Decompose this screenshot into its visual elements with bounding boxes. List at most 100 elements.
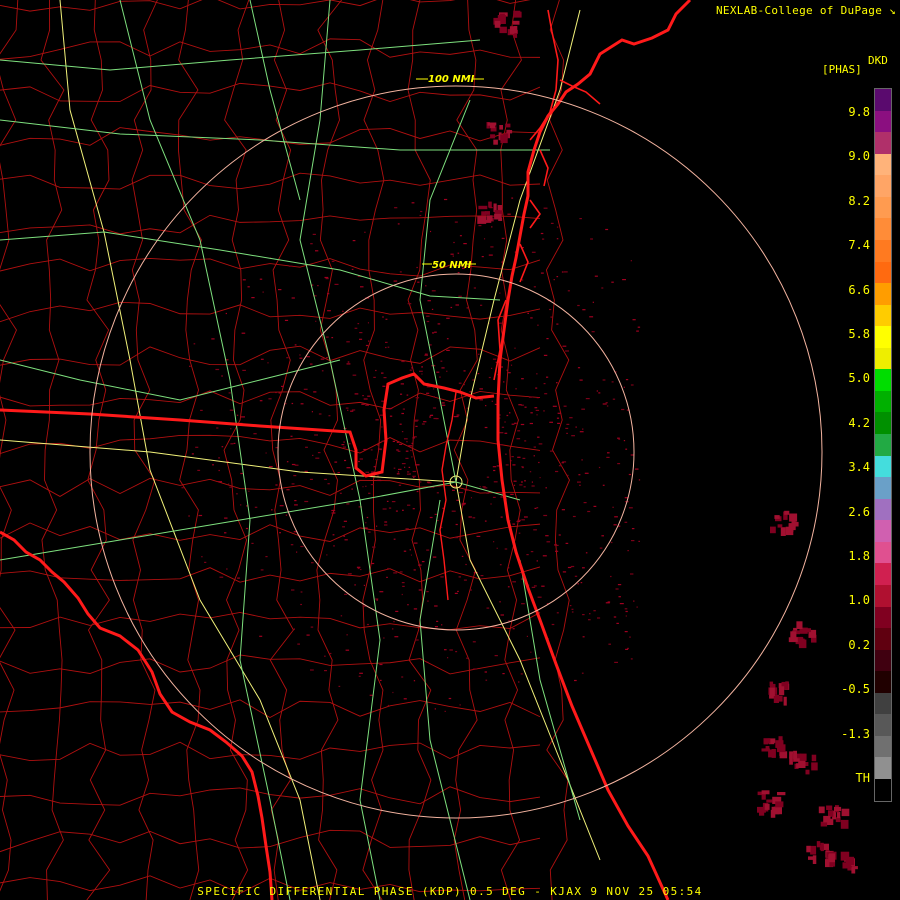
radar-echo (777, 792, 786, 796)
radar-echo (499, 432, 504, 434)
radar-echo (446, 349, 450, 351)
radar-echo (526, 554, 529, 556)
radar-echo (429, 416, 432, 418)
radar-echo (597, 617, 601, 619)
radar-echo (492, 496, 496, 498)
radar-echo (557, 422, 561, 424)
radar-echo (401, 676, 404, 678)
radar-echo (268, 466, 273, 468)
radar-echo (499, 13, 505, 17)
radar-echo (811, 754, 817, 762)
radar-echo (441, 624, 443, 626)
legend-color-cell (875, 692, 891, 715)
radar-echo (510, 493, 514, 495)
radar-echo (416, 490, 419, 493)
radar-echo (221, 375, 223, 377)
radar-echo (331, 509, 336, 512)
radar-echo (565, 542, 569, 544)
radar-echo (558, 534, 561, 536)
radar-echo (584, 472, 589, 474)
radar-echo (536, 373, 538, 375)
radar-echo (779, 751, 788, 759)
radar-echo (399, 271, 402, 273)
radar-echo (381, 426, 383, 428)
radar-echo (499, 26, 507, 34)
radar-echo (549, 308, 552, 311)
radar-echo (513, 480, 517, 482)
radar-echo (189, 365, 191, 367)
radar-echo (396, 449, 399, 451)
radar-echo (394, 636, 399, 638)
radar-echo (368, 492, 371, 494)
radar-echo (480, 304, 483, 306)
radar-echo (528, 396, 532, 398)
radar-echo (360, 286, 364, 288)
radar-echo (784, 510, 790, 515)
radar-echo (582, 636, 585, 638)
radar-echo (377, 448, 382, 450)
radar-echo (577, 304, 580, 307)
legend-tick: -1.3 (841, 726, 870, 741)
source-label[interactable]: NEXLAB-College of DuPage ↘ (716, 4, 896, 17)
radar-echo (598, 466, 601, 469)
radar-echo (394, 207, 398, 209)
legend-tick: 0.2 (848, 637, 870, 652)
radar-echo (773, 694, 779, 703)
radar-echo (522, 457, 526, 459)
radar-echo (434, 331, 437, 333)
radar-echo (400, 393, 403, 395)
legend-color-cell (875, 196, 891, 219)
radar-echo (342, 446, 346, 448)
radar-echo (552, 405, 557, 407)
radar-echo (347, 573, 352, 575)
radar-echo (489, 125, 495, 129)
radar-echo (415, 639, 419, 641)
radar-echo (473, 287, 476, 289)
radar-echo (327, 293, 330, 295)
legend-color-cell (875, 477, 891, 499)
radar-echo (630, 260, 632, 262)
radar-echo (326, 554, 328, 556)
radar-map: 50 NMI 100 NMI (0, 0, 900, 900)
radar-echo (421, 423, 425, 425)
radar-echo (613, 616, 617, 618)
radar-echo (556, 276, 559, 278)
radar-echo (340, 615, 343, 617)
radar-echo (531, 586, 536, 588)
radar-echo (434, 626, 438, 628)
radar-echo (536, 560, 538, 562)
radar-echo (810, 845, 817, 855)
radar-echo (630, 573, 634, 575)
radar-echo (407, 604, 409, 606)
radar-echo (520, 423, 525, 426)
radar-echo (638, 479, 641, 481)
legend-color-cell (875, 283, 891, 305)
radar-echo (337, 472, 340, 474)
radar-echo (511, 456, 514, 458)
radar-echo (499, 601, 501, 603)
radar-echo (286, 357, 289, 359)
radar-echo (341, 444, 345, 446)
radar-echo (358, 460, 360, 463)
radar-echo (491, 226, 493, 228)
radar-echo (513, 26, 518, 34)
radar-echo (484, 520, 487, 522)
radar-echo (454, 221, 458, 223)
radar-echo (841, 808, 850, 817)
radar-echo (575, 426, 577, 428)
radar-echo (776, 744, 786, 753)
radar-echo (426, 320, 430, 323)
radar-echo (455, 304, 459, 306)
radar-echo (512, 464, 516, 466)
radar-echo (607, 601, 611, 603)
radar-echo (218, 469, 220, 472)
radar-echo (556, 382, 558, 384)
radar-echo (540, 272, 544, 274)
radar-echo (262, 291, 264, 293)
radar-echo (780, 527, 786, 536)
radar-echo (574, 679, 577, 682)
radar-echo (461, 503, 466, 505)
radar-echo (407, 303, 412, 305)
radar-echo (311, 562, 314, 564)
radar-echo (481, 256, 484, 258)
